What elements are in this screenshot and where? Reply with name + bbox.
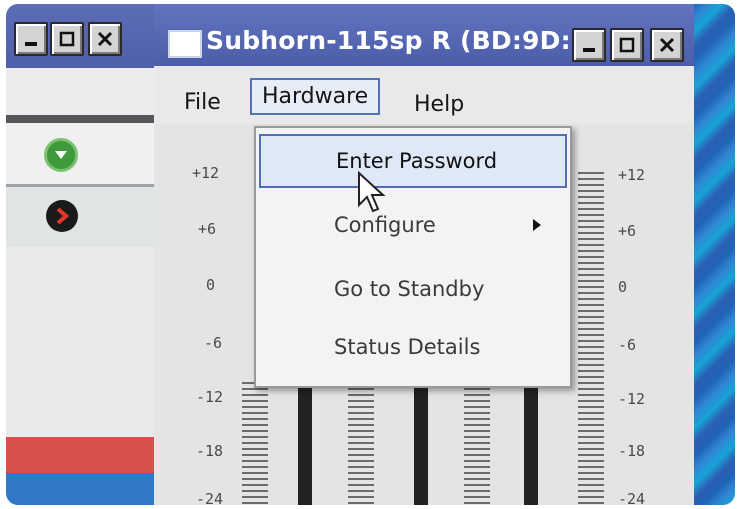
close-button[interactable]	[650, 28, 684, 62]
close-icon	[97, 31, 113, 47]
blue-panel	[6, 473, 154, 505]
maximize-button[interactable]	[610, 28, 644, 62]
minimize-icon	[583, 48, 595, 52]
tick-column	[348, 382, 374, 505]
next-arrow-icon[interactable]	[46, 200, 78, 232]
level-bar	[414, 382, 428, 505]
main-window-titlebar: Subhorn-115sp R (BD:9D:...	[154, 4, 694, 66]
hardware-dropdown: Enter Password Configure Go to Standby S…	[254, 126, 572, 388]
scale-label: +12	[192, 164, 220, 182]
menu-item-label: Go to Standby	[334, 277, 485, 301]
menu-item-enter-password[interactable]: Enter Password	[259, 134, 567, 188]
level-bar	[524, 382, 538, 505]
maximize-icon	[619, 37, 635, 53]
scale-label: -24	[618, 490, 646, 505]
menu-file[interactable]: File	[184, 90, 221, 115]
scale-label: -6	[618, 336, 637, 354]
scale-label: -18	[196, 442, 224, 460]
tick-column	[242, 382, 268, 505]
desktop-background	[694, 4, 735, 505]
tick-column-right	[578, 172, 604, 505]
menu-item-label: Configure	[334, 213, 436, 237]
scale-label: 0	[618, 278, 628, 296]
menu-item-configure[interactable]: Configure	[256, 198, 570, 254]
scale-label: +6	[198, 220, 217, 238]
bg-minimize-button[interactable]	[14, 22, 48, 56]
scale-label: -18	[618, 442, 646, 460]
bg-close-button[interactable]	[88, 22, 122, 56]
scale-label: -6	[204, 334, 223, 352]
red-panel	[6, 437, 154, 473]
scale-label: -12	[618, 390, 646, 408]
scale-label: +6	[618, 222, 637, 240]
tick-column	[464, 382, 490, 505]
menu-item-label: Status Details	[334, 335, 481, 359]
menu-help[interactable]: Help	[414, 92, 464, 117]
scale-label: -24	[196, 490, 224, 505]
scale-label: 0	[206, 276, 216, 294]
menu-item-go-to-standby[interactable]: Go to Standby	[256, 262, 570, 318]
menu-item-status-details[interactable]: Status Details	[256, 320, 570, 376]
background-window	[6, 4, 154, 505]
bg-maximize-button[interactable]	[50, 22, 84, 56]
level-bar	[298, 382, 312, 505]
minimize-button[interactable]	[572, 28, 606, 62]
menu-item-label: Enter Password	[336, 149, 498, 173]
maximize-icon	[59, 31, 75, 47]
play-down-icon[interactable]	[44, 138, 78, 172]
menu-hardware[interactable]: Hardware	[250, 78, 381, 115]
minimize-icon	[25, 42, 37, 46]
mouse-pointer-icon	[358, 171, 386, 213]
submenu-arrow-icon	[533, 219, 541, 231]
app-icon	[168, 30, 202, 58]
screen-photo: Subhorn-115sp R (BD:9D:... File Hardware…	[6, 4, 735, 505]
scale-label: +12	[618, 166, 646, 184]
window-title: Subhorn-115sp R (BD:9D:...	[206, 26, 600, 55]
scale-label: -12	[196, 388, 224, 406]
close-icon	[659, 37, 675, 53]
